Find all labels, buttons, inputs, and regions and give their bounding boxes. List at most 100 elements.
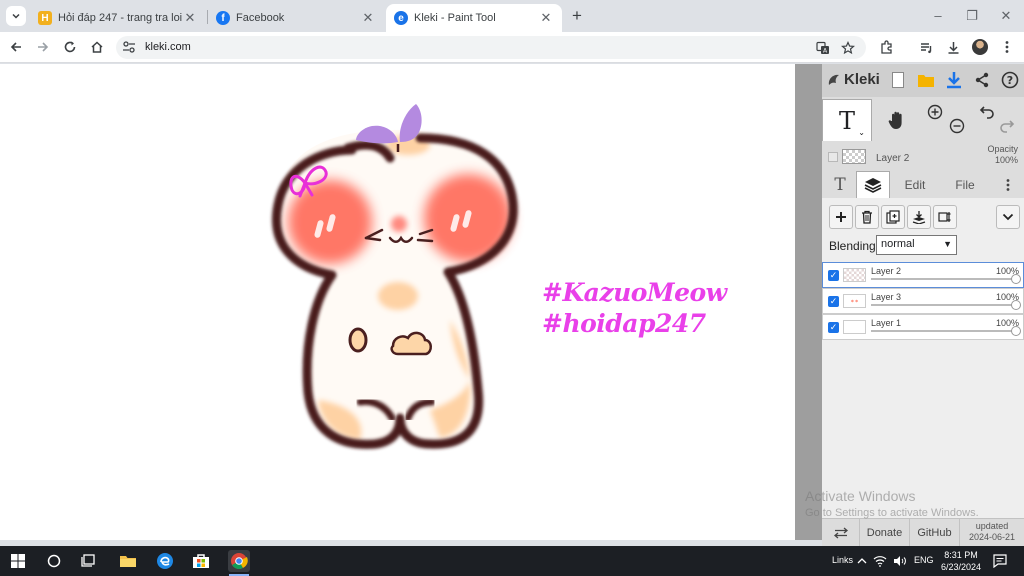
layer-visibility-checkbox[interactable]: ✓ [828,270,839,281]
layer-visibility-checkbox[interactable]: ✓ [828,322,839,333]
layer-opacity-slider[interactable] [871,304,1019,306]
search-button[interactable] [43,550,65,572]
layer-opacity-handle[interactable] [1011,326,1021,336]
save-button[interactable] [944,70,964,90]
layer-visibility-checkbox[interactable]: ✓ [828,296,839,307]
blending-select[interactable]: normal ▼ [876,235,957,255]
translate-button[interactable]: A [813,38,833,58]
tab-file[interactable]: File [944,171,986,198]
media-controls-button[interactable] [916,37,936,57]
redo-icon [1000,120,1015,133]
volume-button[interactable] [892,550,908,572]
links-toolbar[interactable]: Links [832,555,853,565]
layer-row[interactable]: ✓ Layer 3 100% [822,288,1024,314]
site-settings-icon[interactable] [122,40,136,54]
merge-layer-button[interactable] [907,205,931,229]
close-tab-icon[interactable]: ✕ [538,10,554,26]
current-layer-thumbnail [842,149,866,164]
start-button[interactable] [7,550,29,572]
layer-opacity-handle[interactable] [1011,300,1021,310]
tab-search-button[interactable] [6,6,26,26]
layer-thumbnail [843,320,866,334]
tab-kleki[interactable]: e Kleki - Paint Tool ✕ [386,4,562,32]
task-view-button[interactable] [78,550,100,572]
store-bag-icon [193,554,209,568]
kleki-logo: Kleki [826,71,880,88]
tab-hoidap[interactable]: H Hỏi đáp 247 - trang tra loi ✕ [30,4,206,32]
layer-row[interactable]: ✓ Layer 1 100% [822,314,1024,340]
layer-move-icon [938,212,951,222]
zoom-out-button[interactable] [948,117,966,135]
delete-layer-button[interactable] [855,205,879,229]
tab-layers[interactable] [856,171,890,198]
network-button[interactable] [872,550,888,572]
close-tab-icon[interactable]: ✕ [182,10,198,26]
kleki-side-panel: Kleki ? T ⌄ Layer 2 Opacity 100% T Edit … [822,64,1024,547]
new-tab-button[interactable]: + [567,6,587,26]
panel-more-button[interactable] [998,171,1018,198]
tab-title: Hỏi đáp 247 - trang tra loi [58,12,182,24]
drawing-canvas[interactable]: #KazuoMeow #hoidap247 [0,64,795,540]
tool-row: T ⌄ [822,99,1024,141]
duplicate-layer-button[interactable] [881,205,905,229]
hoidap-favicon-icon: H [38,11,52,25]
layer-opacity-slider[interactable] [871,330,1019,332]
updated-info: updated 2024-06-21 [960,521,1024,543]
text-tool-button[interactable]: T ⌄ [822,99,872,141]
home-button[interactable] [87,37,107,57]
folder-icon [120,556,136,567]
layer-row[interactable]: ✓ Layer 2 100% [822,262,1024,288]
new-image-button[interactable] [888,70,908,90]
zoom-in-button[interactable] [926,103,944,121]
back-button[interactable] [6,37,26,57]
minimize-button[interactable]: – [928,6,948,26]
address-bar[interactable]: kleki.com A [116,36,866,59]
tray-overflow-button[interactable] [855,550,869,572]
close-window-button[interactable]: ✕ [996,6,1016,26]
windows-taskbar: Links ENG 8:31 PM 6/23/2024 [0,546,1024,576]
share-button[interactable] [972,70,992,90]
bookmark-button[interactable] [838,38,858,58]
layer-opacity-handle[interactable] [1011,274,1021,284]
github-link[interactable]: GitHub [910,519,960,547]
hashtag-hoidap247: #hoidap247 [542,309,706,338]
close-tab-icon[interactable]: ✕ [360,10,376,26]
share-icon [975,72,989,88]
undo-icon [979,106,994,119]
profile-button[interactable] [970,37,990,57]
updated-date: 2024-06-21 [968,532,1016,542]
notifications-button[interactable] [991,550,1009,572]
chevron-down-icon [1002,213,1014,221]
duplicate-icon [886,210,900,224]
layer-thumbnail [843,268,866,282]
help-button[interactable]: ? [1000,70,1020,90]
current-layer-checkbox [828,152,838,162]
language-indicator[interactable]: ENG [914,555,934,565]
redo-button[interactable] [998,117,1016,135]
extensions-button[interactable] [876,37,896,57]
tab-edit[interactable]: Edit [894,171,936,198]
restore-button[interactable]: ❐ [962,6,982,26]
layer-options-dropdown[interactable] [996,205,1020,229]
forward-button[interactable] [33,37,53,57]
layer-transform-button[interactable] [933,205,957,229]
add-layer-button[interactable] [829,205,853,229]
facebook-favicon-icon: f [216,11,230,25]
donate-link[interactable]: Donate [860,519,910,547]
store-button[interactable] [190,550,212,572]
clock[interactable]: 8:31 PM 6/23/2024 [936,549,986,573]
tab-facebook[interactable]: f Facebook ✕ [208,4,384,32]
avatar [972,39,988,55]
swap-sides-button[interactable] [822,519,860,547]
open-file-button[interactable] [916,70,936,90]
downloads-button[interactable] [943,37,963,57]
layer-opacity-slider[interactable] [871,278,1019,280]
tab-tool-settings[interactable]: T [826,171,854,198]
undo-button[interactable] [978,103,996,121]
reload-button[interactable] [60,37,80,57]
hand-tool-button[interactable] [884,107,910,133]
chrome-menu-button[interactable] [997,37,1017,57]
file-explorer-button[interactable] [117,550,139,572]
chrome-taskbar-button[interactable] [228,550,250,572]
edge-button[interactable] [154,550,176,572]
